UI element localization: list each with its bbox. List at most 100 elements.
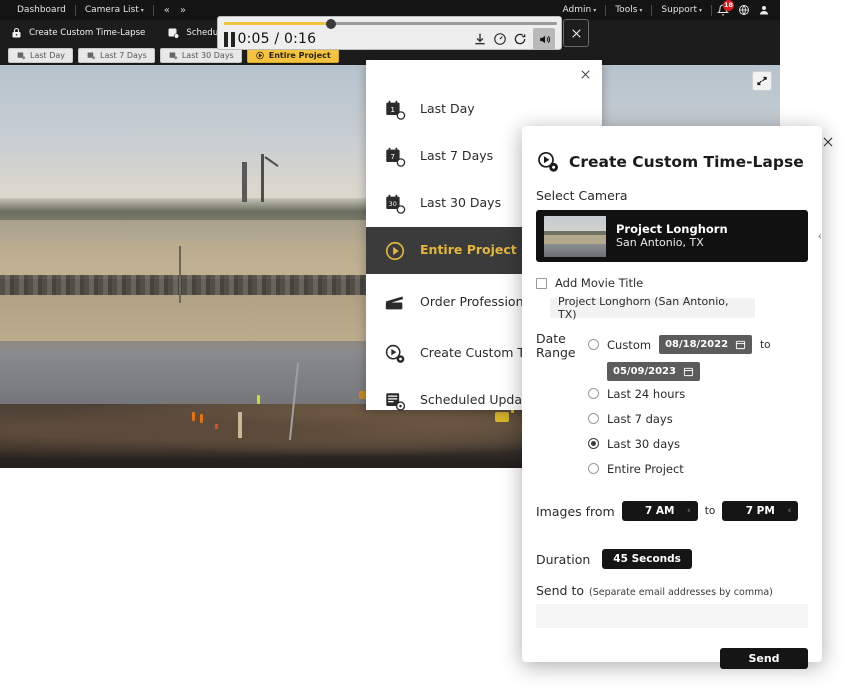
filter-last-day-label: Last Day — [30, 50, 66, 60]
action-create-custom-time-lapse[interactable]: Create Custom Time-Lapse — [10, 27, 145, 39]
camera-location: San Antonio, TX — [616, 236, 704, 250]
date-option-last-24-hours-label: Last 24 hours — [607, 386, 686, 401]
chevron-double-right-icon[interactable]: » — [180, 5, 186, 16]
camera-selector[interactable]: Project Longhorn San Antonio, TX ‹ — [536, 210, 822, 262]
add-movie-title-row[interactable]: Add Movie Title — [536, 276, 808, 290]
notifications-button[interactable]: 18 — [712, 0, 734, 20]
date-option-entire-project-label: Entire Project — [607, 461, 684, 476]
custom-end-date-value: 05/09/2023 — [613, 366, 676, 377]
date-option-custom-label: Custom — [607, 337, 652, 352]
speed-icon[interactable] — [493, 32, 507, 46]
fullscreen-button[interactable] — [752, 71, 772, 91]
custom-end-date-field[interactable]: 05/09/2023 — [607, 362, 700, 381]
radio-last-30-days[interactable] — [588, 438, 599, 449]
radio-custom[interactable] — [588, 339, 599, 350]
chevron-left-icon: ‹ — [687, 506, 691, 516]
radio-last-24-hours[interactable] — [588, 388, 599, 399]
calendar-clock-icon — [386, 392, 406, 411]
movie-title-input[interactable]: Project Longhorn (San Antonio, TX) — [550, 295, 755, 321]
nav-item-support[interactable]: Support ▾ — [652, 0, 711, 21]
send-button-label: Send — [748, 652, 780, 665]
player-right-controls — [473, 28, 555, 50]
progress-fill — [224, 22, 331, 25]
images-to-time-select[interactable]: 7 PM ‹ — [722, 501, 799, 521]
radio-last-7-days[interactable] — [588, 413, 599, 424]
chevron-double-left-icon[interactable]: « — [164, 5, 170, 16]
date-option-last-30-days[interactable]: Last 30 days — [588, 431, 808, 456]
nav-item-tools-label: Tools — [615, 4, 638, 15]
custom-end-date-row: 05/09/2023 — [607, 359, 808, 381]
clapperboard-icon — [385, 296, 404, 310]
progress-track[interactable] — [224, 18, 557, 29]
svg-text:1: 1 — [390, 104, 395, 113]
radio-entire-project[interactable] — [588, 463, 599, 474]
nav-item-admin-label: Admin — [562, 4, 592, 15]
duration-label: Duration — [536, 551, 591, 567]
user-account-button[interactable] — [754, 0, 774, 20]
nav-item-camera-list[interactable]: Camera List ▾ — [76, 0, 153, 21]
send-to-hint: (Separate email addresses by comma) — [589, 587, 773, 598]
menu-item-entire-project-label: Entire Project — [420, 242, 517, 258]
camera-thumbnail — [544, 215, 606, 257]
duration-section: Duration 45 Seconds — [536, 549, 808, 569]
volume-button[interactable] — [533, 28, 555, 50]
date-option-last-7-days[interactable]: Last 7 days — [588, 406, 808, 431]
player-close-button[interactable] — [563, 19, 589, 47]
globe-icon — [739, 5, 749, 16]
photo-worker — [257, 395, 261, 405]
send-to-input[interactable] — [536, 604, 808, 628]
calendar-icon — [683, 367, 694, 377]
chevron-down-icon: ▾ — [593, 6, 597, 14]
svg-text:7: 7 — [390, 151, 395, 160]
calendar-30-icon — [169, 52, 177, 59]
download-icon[interactable] — [473, 32, 487, 46]
modal-body: Create Custom Time-Lapse Select Camera P… — [522, 126, 822, 669]
notification-badge: 18 — [722, 0, 734, 11]
images-from-time-select[interactable]: 7 AM ‹ — [621, 501, 698, 521]
loop-icon[interactable] — [513, 32, 527, 46]
calendar-icon — [735, 340, 746, 350]
video-player-controls: 0:05 / 0:16 — [217, 16, 562, 50]
calendar-clock-icon — [168, 28, 180, 39]
nav-item-tools[interactable]: Tools ▾ — [606, 0, 651, 21]
modal-header: Create Custom Time-Lapse — [536, 150, 808, 174]
date-option-last-7-days-label: Last 7 days — [607, 411, 673, 426]
images-from-time-value: 7 AM — [644, 505, 675, 517]
date-option-last-24-hours[interactable]: Last 24 hours — [588, 381, 808, 406]
photo-silo — [261, 153, 265, 203]
menu-close-button[interactable] — [576, 65, 594, 83]
modal-close-button[interactable] — [818, 132, 838, 152]
calendar-1-icon — [17, 52, 26, 59]
chevron-down-icon: ▾ — [698, 6, 702, 14]
images-to-time-value: 7 PM — [745, 505, 775, 517]
filter-last-7-days[interactable]: Last 7 Days — [78, 47, 155, 63]
send-button[interactable]: Send — [720, 648, 808, 669]
video-gear-icon — [385, 344, 405, 363]
chevron-down-icon: ▾ — [140, 6, 144, 14]
send-to-label: Send to — [536, 583, 585, 598]
nav-item-support-label: Support — [661, 4, 697, 15]
custom-start-date-field[interactable]: 08/18/2022 — [659, 335, 753, 354]
date-option-custom[interactable]: Custom 08/18/2022 to — [588, 332, 808, 357]
chevron-left-icon[interactable]: ‹ — [818, 230, 822, 243]
lock-icon — [12, 27, 21, 37]
images-to-word: to — [704, 505, 716, 517]
add-movie-title-checkbox[interactable] — [536, 277, 547, 289]
modal-title: Create Custom Time-Lapse — [569, 153, 804, 171]
nav-item-dashboard[interactable]: Dashboard — [8, 0, 75, 20]
images-from-section: Images from 7 AM ‹ to 7 PM ‹ — [536, 501, 808, 521]
language-button[interactable] — [734, 0, 754, 20]
date-range-label: Date Range — [536, 331, 576, 361]
date-option-entire-project[interactable]: Entire Project — [588, 456, 808, 481]
time-display: 0:05 / 0:16 — [237, 31, 317, 47]
pause-button[interactable] — [224, 31, 235, 47]
thumb-slab — [544, 244, 606, 257]
photo-utility-pole — [179, 246, 181, 303]
filter-last-day[interactable]: Last Day — [8, 47, 74, 63]
add-movie-title-label: Add Movie Title — [555, 276, 644, 290]
duration-select[interactable]: 45 Seconds — [602, 549, 692, 569]
topnav-right-group: Admin ▾ Tools ▾ Support ▾ 18 — [554, 0, 774, 20]
nav-item-camera-list-label: Camera List — [84, 4, 139, 15]
thumb-ground — [544, 235, 606, 245]
images-from-label: Images from — [536, 503, 615, 519]
